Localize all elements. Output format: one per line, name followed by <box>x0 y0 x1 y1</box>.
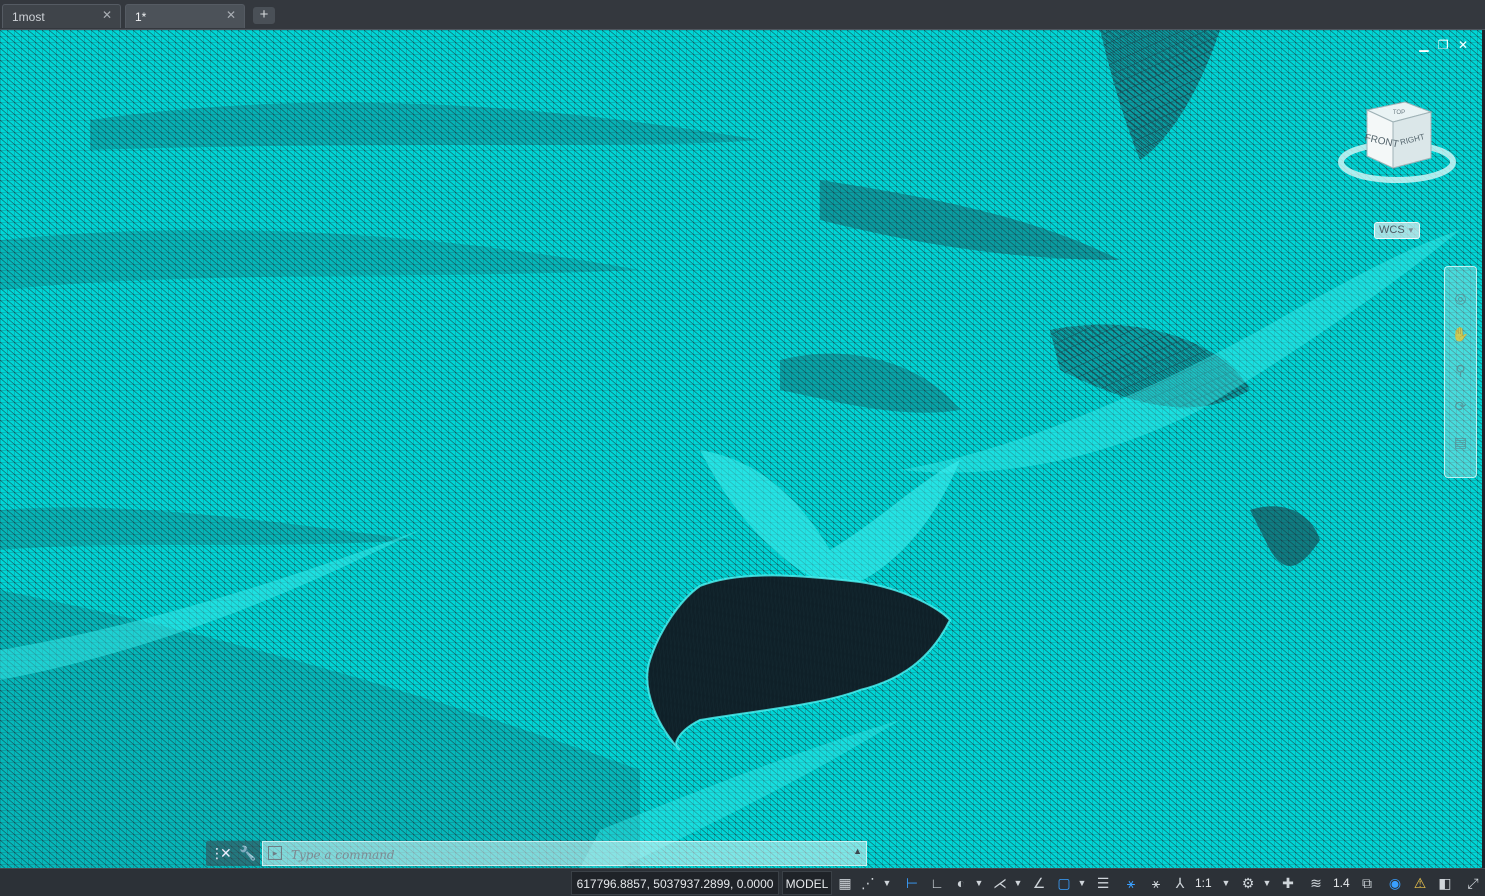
navigation-bar: ◎ ✋ ⚲ ⟳ ▤ <box>1444 266 1477 478</box>
command-input-container: ▸ ▲ <box>262 841 867 866</box>
command-line: ⋮ ✕ 🔧 ▸ ▲ <box>206 841 867 866</box>
command-history-toggle-icon[interactable]: ▲ <box>853 846 862 856</box>
clean-screen-icon[interactable]: ◧ <box>1435 872 1455 894</box>
command-line-handle[interactable]: ⋮ ✕ 🔧 <box>206 841 260 866</box>
layers-icon[interactable]: ≋ <box>1306 872 1326 894</box>
restore-icon[interactable]: ❐ <box>1438 38 1449 52</box>
viewport-window-controls: ▁ ❐ ✕ <box>1413 38 1468 52</box>
wcs-menu-button[interactable]: WCS ▾ <box>1374 222 1420 239</box>
command-prompt-icon[interactable]: ▸ <box>268 846 282 860</box>
new-tab-button[interactable]: + <box>253 7 275 24</box>
drawing-viewport[interactable]: ▁ ❐ ✕ TOP FRONT RIGHT WCS ▾ ◎ ✋ ⚲ ⟳ ▤ ⋮ ✕… <box>0 30 1482 868</box>
document-tab-bar: 1most ✕ 1* ✕ + <box>0 0 1485 30</box>
close-icon[interactable]: ✕ <box>1458 38 1468 52</box>
viewcube-top-label: TOP <box>1393 110 1405 116</box>
tab-label: 1* <box>135 10 147 24</box>
terrain-mesh <box>0 30 1482 868</box>
tab-1most[interactable]: 1most ✕ <box>2 4 121 28</box>
chevron-down-icon[interactable]: ▼ <box>973 872 985 894</box>
object-snap-tracking-icon[interactable]: ∠ <box>1030 872 1048 894</box>
annotation-visibility-icon[interactable]: ⚹ <box>1121 872 1141 894</box>
pan-icon[interactable]: ✋ <box>1451 325 1470 344</box>
tab-1-active[interactable]: 1* ✕ <box>125 4 245 28</box>
chevron-down-icon[interactable]: ▼ <box>1220 872 1232 894</box>
showmotion-icon[interactable]: ▤ <box>1451 433 1470 452</box>
infer-constraints-icon[interactable]: ⊢ <box>902 872 922 894</box>
maximize-icon[interactable]: ⤢ <box>1463 872 1483 894</box>
coordinate-display[interactable]: 617796.8857, 5037937.2899, 0.0000 <box>571 871 779 895</box>
orbit-icon[interactable]: ⟳ <box>1451 397 1470 416</box>
isolate-objects-icon[interactable]: ⧉ <box>1357 872 1377 894</box>
auto-scale-icon[interactable]: ⚹ <box>1146 872 1166 894</box>
plus-icon: + <box>259 6 269 23</box>
wrench-icon[interactable]: 🔧 <box>239 845 256 862</box>
plus-icon[interactable]: ✚ <box>1278 872 1298 894</box>
chevron-down-icon: ▾ <box>1408 225 1414 235</box>
annotation-scale-value[interactable]: 1:1 <box>1195 872 1212 894</box>
chevron-down-icon[interactable]: ▼ <box>881 872 893 894</box>
command-input[interactable] <box>289 844 853 865</box>
minimize-icon[interactable]: ▁ <box>1419 38 1428 52</box>
lineweight-icon[interactable]: ☰ <box>1094 872 1112 894</box>
close-icon[interactable]: ✕ <box>226 8 236 22</box>
chevron-down-icon[interactable]: ▼ <box>1076 872 1088 894</box>
steering-wheel-icon[interactable]: ◎ <box>1451 289 1470 308</box>
tab-label: 1most <box>12 10 45 24</box>
ortho-icon[interactable]: ∟ <box>928 872 946 894</box>
lineweight-value[interactable]: 1.4 <box>1333 872 1350 894</box>
model-space-button[interactable]: MODEL <box>782 871 832 895</box>
chevron-down-icon[interactable]: ▼ <box>1261 872 1273 894</box>
chevron-down-icon[interactable]: ▼ <box>1012 872 1024 894</box>
status-bar: 617796.8857, 5037937.2899, 0.0000 MODEL … <box>0 868 1485 896</box>
grid-icon[interactable]: ▦ <box>837 872 853 894</box>
polar-tracking-icon[interactable]: ◐ <box>952 872 970 894</box>
viewcube[interactable]: TOP FRONT RIGHT <box>1335 100 1465 200</box>
close-icon[interactable]: ✕ <box>220 845 232 862</box>
annotation-scale-icon[interactable]: ⅄ <box>1170 872 1190 894</box>
wcs-label: WCS <box>1379 224 1405 236</box>
notification-icon[interactable]: ⚠ <box>1410 872 1430 894</box>
object-snap-icon[interactable]: ▢ <box>1055 872 1073 894</box>
snap-icon[interactable]: ⋰ <box>860 872 876 894</box>
gear-icon[interactable]: ⚙ <box>1238 872 1258 894</box>
isodraft-icon[interactable]: ⋌ <box>990 872 1010 894</box>
hardware-acceleration-icon[interactable]: ◉ <box>1385 872 1405 894</box>
zoom-icon[interactable]: ⚲ <box>1451 361 1470 380</box>
close-icon[interactable]: ✕ <box>102 8 112 22</box>
